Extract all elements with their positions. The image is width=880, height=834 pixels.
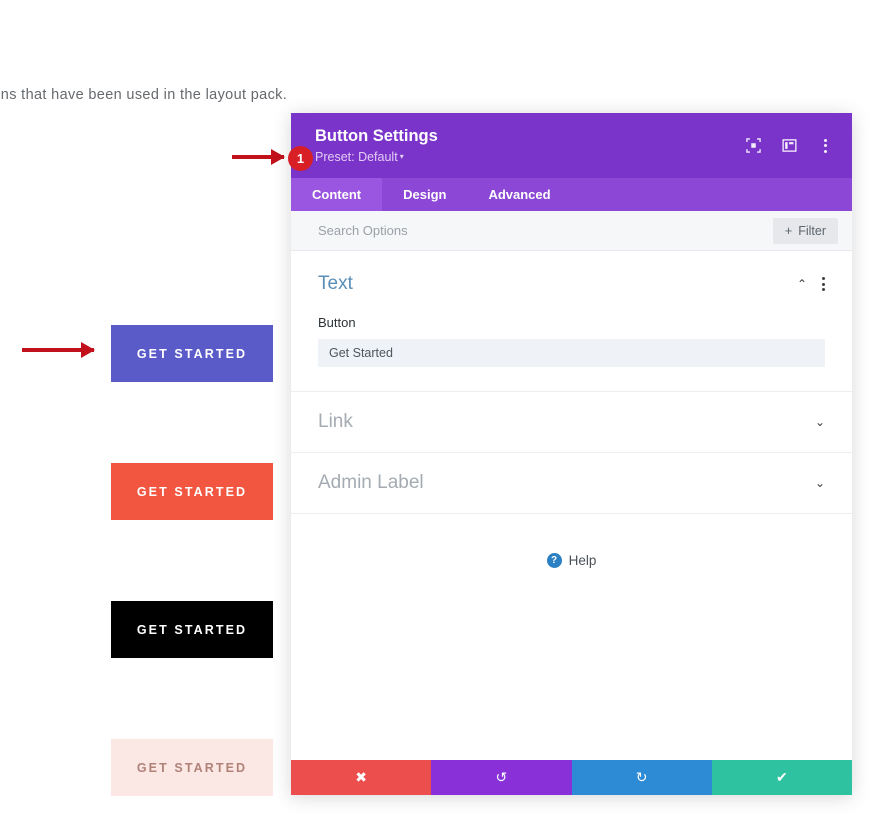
layout-panel-icon[interactable] — [781, 137, 798, 154]
filter-button-label: Filter — [798, 223, 826, 238]
chevron-down-icon[interactable]: ⌄ — [815, 416, 825, 428]
search-bar: + Filter — [291, 211, 852, 251]
section-text: Text ⌃ Button — [291, 251, 852, 392]
cta-button-black[interactable]: Get Started — [111, 601, 273, 658]
chevron-up-icon[interactable]: ⌃ — [797, 278, 807, 290]
screenshot-root: tons that have been used in the layout p… — [0, 0, 880, 834]
cta-button-indigo[interactable]: Get Started — [111, 325, 273, 382]
section-admin-label-title: Admin Label — [318, 472, 424, 493]
cta-button-label: Get Started — [136, 760, 248, 775]
save-button[interactable]: ✔ — [711, 760, 852, 795]
modal-header: Button Settings Preset: Default ▾ — [291, 113, 852, 178]
help-link[interactable]: ? Help — [291, 553, 852, 568]
section-link-title: Link — [318, 411, 353, 432]
search-input[interactable] — [318, 223, 618, 238]
redo-button[interactable]: ↻ — [571, 760, 712, 795]
section-admin-label[interactable]: Admin Label ⌄ — [291, 453, 852, 514]
plus-icon: + — [784, 223, 793, 238]
section-more-options-icon[interactable] — [822, 277, 825, 291]
cta-button-label: Get Started — [136, 484, 248, 499]
annotation-arrow-to-button — [22, 342, 95, 358]
section-text-title: Text — [318, 273, 353, 294]
section-text-controls: ⌃ — [797, 277, 825, 291]
cta-button-orange[interactable]: Get Started — [111, 463, 273, 520]
help-label: Help — [568, 553, 597, 568]
more-options-icon[interactable] — [817, 137, 834, 154]
cta-button-label: Get Started — [136, 622, 248, 637]
cta-button-label: Get Started — [136, 346, 248, 361]
filter-button[interactable]: + Filter — [772, 217, 838, 244]
modal-body: Text ⌃ Button Link ⌄ Admin Label ⌄ ? — [291, 251, 852, 760]
preset-label: Preset: Default — [315, 149, 398, 164]
annotation-arrow-to-preset — [232, 149, 285, 165]
tab-content[interactable]: Content — [291, 178, 383, 211]
tab-design[interactable]: Design — [382, 178, 467, 211]
cancel-button[interactable]: ✖ — [291, 760, 432, 795]
focus-target-icon[interactable] — [745, 137, 762, 154]
section-text-header[interactable]: Text ⌃ — [318, 273, 825, 295]
modal-tabs: Content Design Advanced — [291, 178, 852, 211]
chevron-down-icon[interactable]: ⌄ — [815, 477, 825, 489]
modal-footer: ✖ ↺ ↻ ✔ — [291, 760, 852, 795]
tab-advanced[interactable]: Advanced — [467, 178, 571, 211]
undo-button[interactable]: ↺ — [431, 760, 572, 795]
button-field-label: Button — [318, 315, 356, 330]
chevron-down-icon: ▾ — [399, 151, 404, 161]
modal-header-icons — [745, 137, 834, 154]
help-question-icon: ? — [546, 553, 562, 568]
cta-button-pink[interactable]: Get Started — [111, 739, 273, 796]
section-link[interactable]: Link ⌄ — [291, 392, 852, 453]
page-paragraph: tons that have been used in the layout p… — [0, 87, 288, 103]
button-text-input[interactable] — [318, 339, 825, 367]
annotation-step-badge: 1 — [288, 146, 313, 171]
button-settings-modal: Button Settings Preset: Default ▾ Conten… — [291, 113, 852, 795]
